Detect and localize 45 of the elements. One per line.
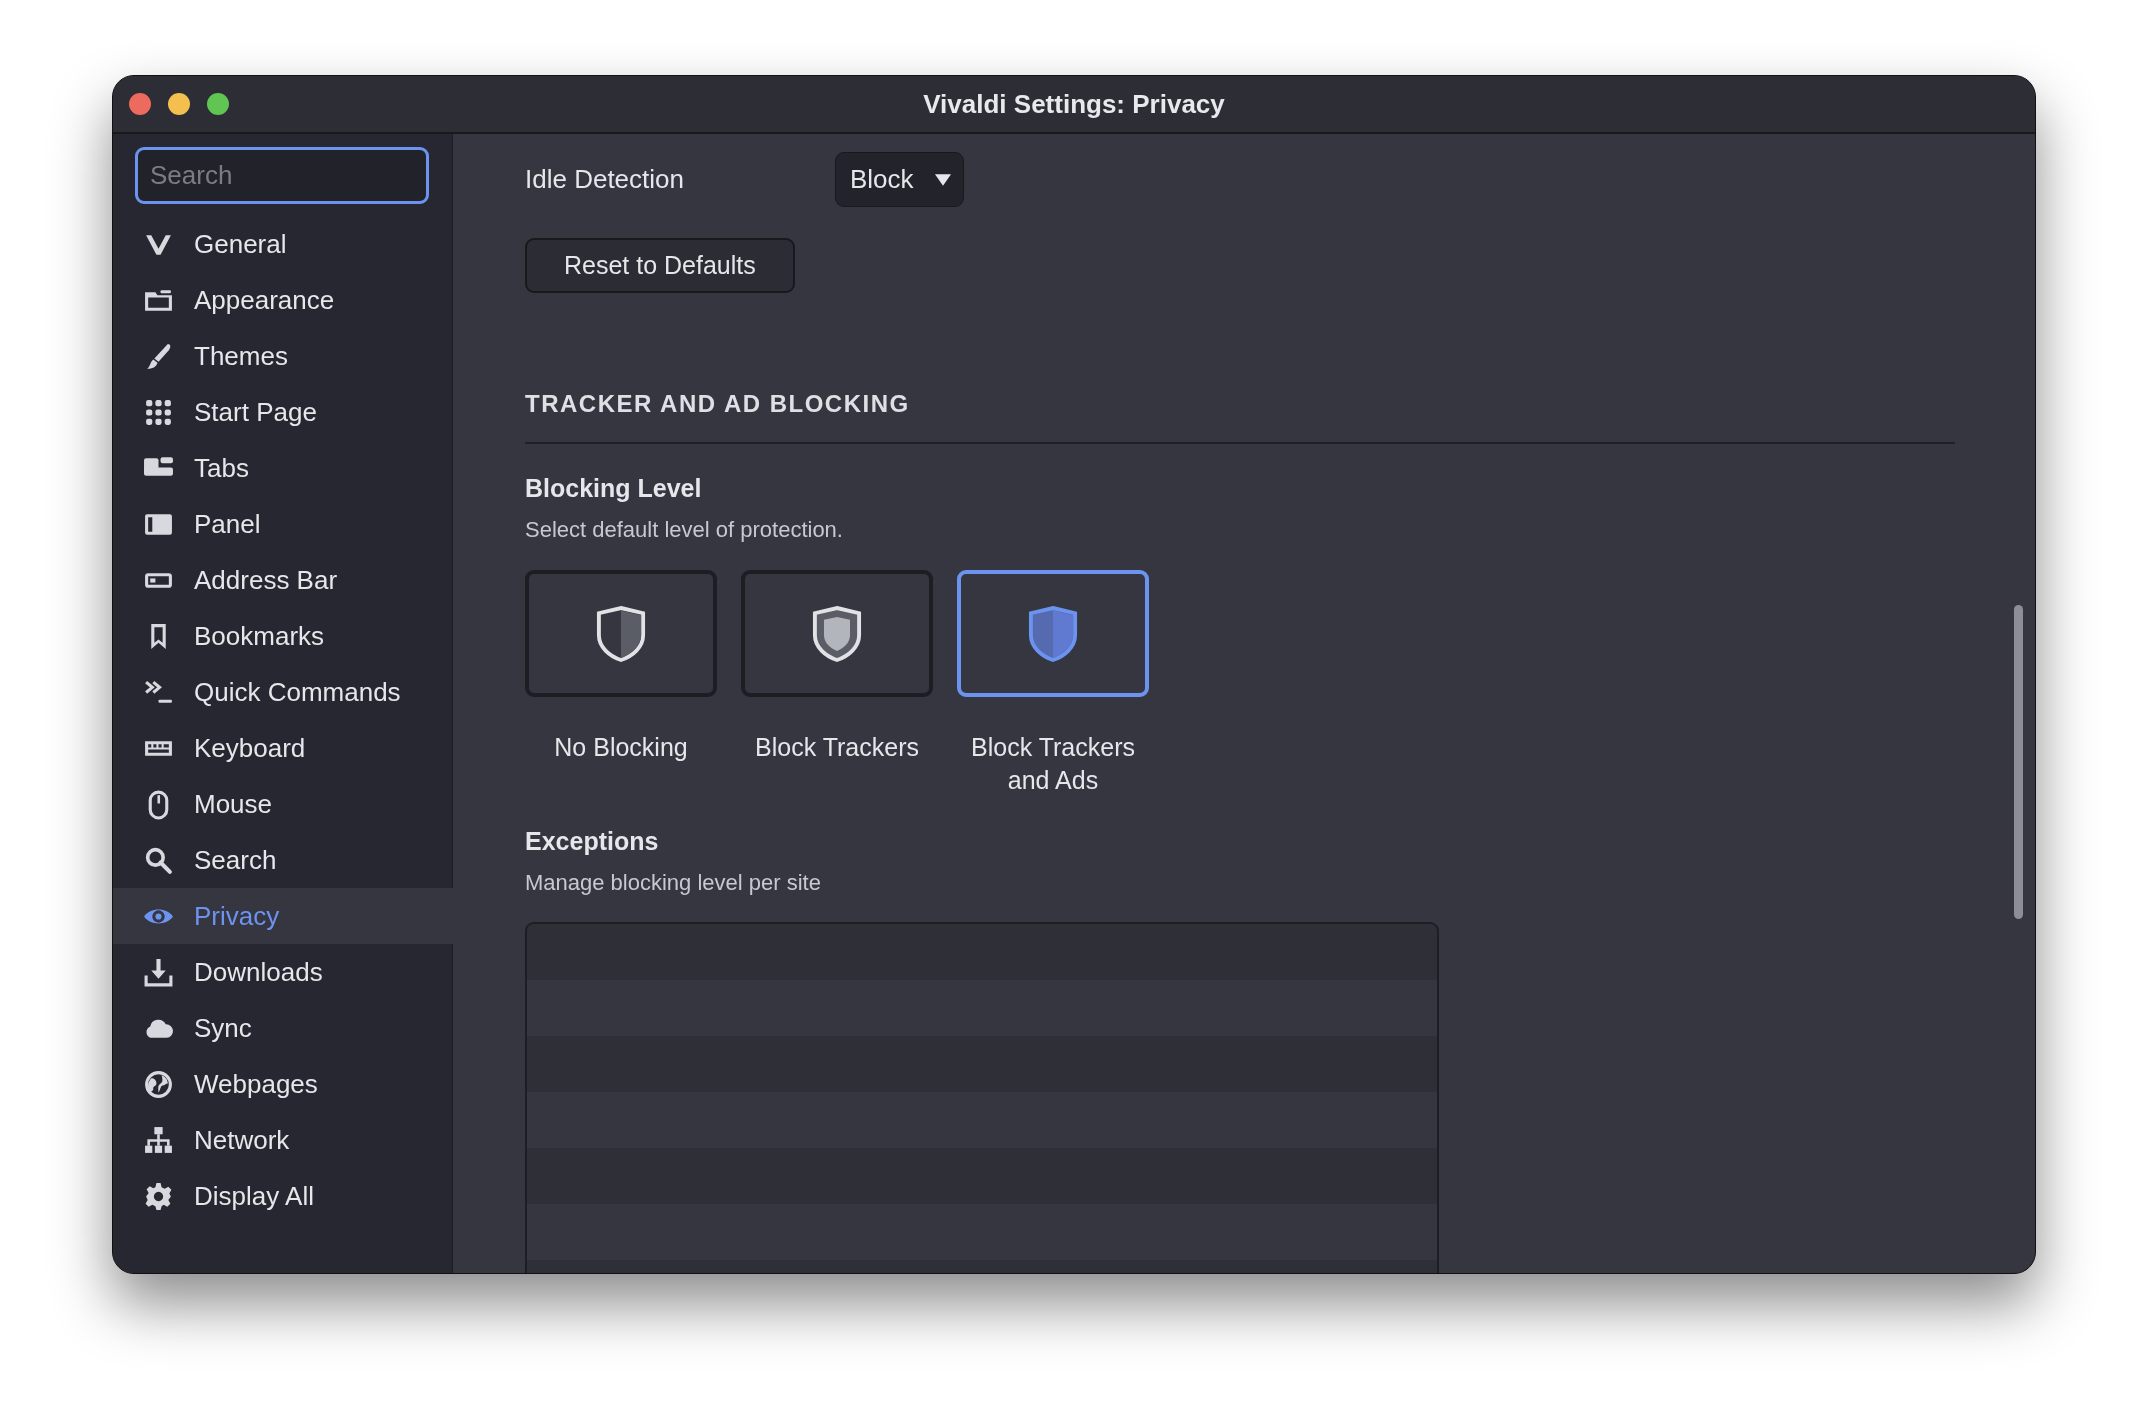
network-icon (143, 1124, 174, 1156)
permission-dropdown[interactable]: Block (835, 152, 964, 207)
setting-description: Manage blocking level per site (525, 870, 822, 896)
sidebar-item[interactable]: Tabs (113, 440, 452, 496)
window-title: Vivaldi Settings: Privacy (923, 88, 1225, 120)
sidebar-item[interactable]: Address Bar (113, 552, 452, 608)
setting-title: Exceptions (525, 827, 660, 856)
search-field[interactable]: Search (135, 147, 429, 204)
minimize-button[interactable] (168, 93, 190, 115)
sidebar-item[interactable]: Webpages (113, 1056, 452, 1112)
setting-title: Blocking Level (525, 474, 703, 503)
scrollbar[interactable] (2014, 605, 2023, 919)
shield-icon (595, 603, 647, 664)
download-icon (143, 956, 174, 988)
option-label: Block Trackers (755, 732, 919, 763)
sidebar-item[interactable]: Downloads (113, 944, 452, 1000)
close-button[interactable] (129, 93, 151, 115)
sidebar-item[interactable]: Keyboard (113, 720, 452, 776)
section-heading: TRACKER AND AD BLOCKING (525, 390, 911, 418)
sidebar-item[interactable]: Start Page (113, 384, 452, 440)
shield-icon (1027, 603, 1079, 664)
option-label: Block Trackers and Ads (970, 732, 1136, 796)
sidebar-item[interactable]: Network (113, 1112, 452, 1168)
option-label: No Blocking (554, 732, 688, 763)
sidebar-item[interactable]: Themes (113, 328, 452, 384)
reset-button[interactable]: Reset to Defaults (525, 238, 795, 293)
sidebar-item[interactable]: Privacy (113, 888, 453, 944)
sidebar-item[interactable]: Display All (113, 1168, 452, 1224)
settings-icon (143, 1180, 174, 1212)
sidebar-item[interactable]: Mouse (113, 776, 452, 832)
sidebar-item[interactable]: Panel (113, 496, 452, 552)
shield-icon (811, 603, 863, 664)
sidebar-item[interactable]: Search (113, 832, 452, 888)
sidebar-item[interactable]: Appearance (113, 272, 452, 328)
blocking-option-card[interactable] (741, 570, 933, 697)
sidebar-item[interactable]: Quick Commands (113, 664, 452, 720)
globe-icon (143, 1068, 174, 1100)
sidebar-item[interactable]: Sync (113, 1000, 452, 1056)
sidebar-item[interactable]: Bookmarks (113, 608, 452, 664)
setting-label: Idle Detection (525, 164, 685, 195)
zoom-button[interactable] (207, 93, 229, 115)
setting-description: Select default level of protection. (525, 517, 844, 543)
sidebar-item[interactable]: General (113, 216, 452, 272)
caret-icon (935, 173, 951, 186)
blocking-option-card[interactable] (525, 570, 717, 697)
